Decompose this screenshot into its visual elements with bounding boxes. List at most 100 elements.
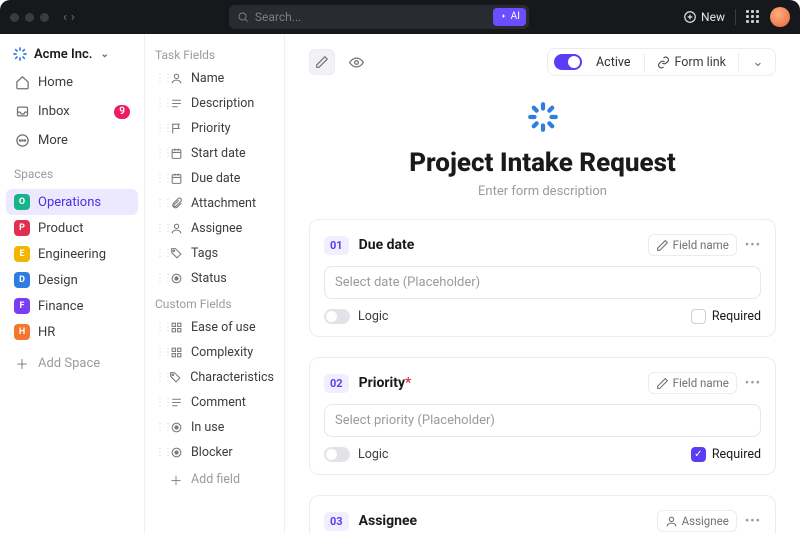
drag-handle-icon[interactable]: ⋮⋮: [155, 248, 161, 259]
field-name[interactable]: Assignee: [359, 513, 417, 529]
user-icon: [169, 222, 183, 235]
field-label: Characteristics: [190, 370, 274, 385]
nav-forward-icon[interactable]: ›: [71, 10, 75, 25]
drag-handle-icon[interactable]: ⋮⋮: [155, 123, 161, 134]
edit-mode-button[interactable]: [309, 49, 335, 75]
field-chip[interactable]: Assignee: [657, 510, 737, 532]
field-item[interactable]: ⋮⋮ Description: [145, 91, 284, 116]
field-item[interactable]: ⋮⋮Due date: [145, 166, 284, 191]
drag-handle-icon[interactable]: ⋮⋮: [155, 223, 161, 234]
required-checkbox[interactable]: [691, 309, 706, 324]
drag-handle-icon[interactable]: ⋮⋮: [155, 322, 161, 333]
field-label: Blocker: [191, 445, 233, 460]
field-item[interactable]: ⋮⋮Complexity: [145, 340, 284, 365]
form-field-card[interactable]: 03 Assignee Assignee •••: [309, 495, 776, 534]
form-link-button[interactable]: Form link: [653, 55, 730, 70]
nav-inbox[interactable]: Inbox 9: [6, 99, 138, 124]
add-space-button[interactable]: ＋ Add Space: [6, 349, 138, 378]
field-item[interactable]: ⋮⋮ Blocker: [145, 440, 284, 465]
drag-handle-icon[interactable]: ⋮⋮: [155, 447, 161, 458]
plus-circle-icon: [683, 10, 697, 24]
drag-handle-icon[interactable]: ⋮⋮: [155, 148, 161, 159]
space-item[interactable]: HHR: [6, 319, 138, 345]
drag-handle-icon[interactable]: ⋮⋮: [155, 372, 161, 383]
required-label: Required: [712, 309, 761, 324]
field-name[interactable]: Due date: [359, 237, 415, 253]
new-button[interactable]: New: [683, 10, 725, 24]
field-chip[interactable]: Field name: [648, 372, 737, 394]
field-item[interactable]: ⋮⋮ Comment: [145, 390, 284, 415]
field-more-button[interactable]: •••: [745, 514, 761, 529]
drag-handle-icon[interactable]: ⋮⋮: [155, 422, 161, 433]
field-more-button[interactable]: •••: [745, 238, 761, 253]
logic-label: Logic: [358, 447, 388, 462]
apps-grid-icon[interactable]: [746, 10, 760, 24]
status-icon: [169, 272, 183, 285]
field-name[interactable]: Priority*: [359, 375, 412, 391]
add-field-button[interactable]: ＋ Add field: [145, 465, 284, 494]
field-item[interactable]: ⋮⋮Priority: [145, 116, 284, 141]
tag-icon: [169, 247, 183, 260]
workspace-logo-icon: [12, 46, 28, 62]
workspace-switcher[interactable]: Acme Inc. ⌄: [6, 42, 138, 66]
global-search[interactable]: Search... AI: [229, 5, 529, 29]
window-titlebar: ‹ › Search... AI New: [0, 0, 800, 34]
field-input[interactable]: Select priority (Placeholder): [324, 404, 761, 437]
active-toggle[interactable]: [554, 54, 582, 70]
form-field-card[interactable]: 02 Priority* Field name ••• Select prior…: [309, 357, 776, 475]
field-item[interactable]: ⋮⋮Attachment: [145, 191, 284, 216]
space-item[interactable]: FFinance: [6, 293, 138, 319]
field-item[interactable]: ⋮⋮ Characteristics: [145, 365, 284, 390]
form-link-dropdown[interactable]: ⌄: [747, 55, 769, 70]
field-number: 02: [324, 374, 349, 393]
field-more-button[interactable]: •••: [745, 376, 761, 391]
text-icon: [169, 396, 183, 409]
required-checkbox[interactable]: [691, 447, 706, 462]
space-item[interactable]: EEngineering: [6, 241, 138, 267]
field-item[interactable]: ⋮⋮Status: [145, 266, 284, 291]
user-icon: [169, 72, 183, 85]
form-toolbar: Active Form link ⌄: [309, 48, 776, 76]
field-number: 03: [324, 512, 349, 531]
field-item[interactable]: ⋮⋮Ease of use: [145, 315, 284, 340]
required-label: Required: [712, 447, 761, 462]
drag-handle-icon[interactable]: ⋮⋮: [155, 98, 161, 109]
nav-back-icon[interactable]: ‹: [63, 10, 67, 25]
field-chip[interactable]: Field name: [648, 234, 737, 256]
field-label: Description: [191, 96, 254, 111]
search-placeholder: Search...: [255, 10, 301, 24]
nav-home[interactable]: Home: [6, 70, 138, 95]
field-label: Comment: [191, 395, 246, 410]
form-subtitle[interactable]: Enter form description: [478, 184, 607, 199]
chevron-down-icon: ⌄: [100, 49, 108, 60]
form-logo-icon[interactable]: [526, 100, 560, 134]
history-nav[interactable]: ‹ ›: [63, 10, 75, 25]
logic-toggle[interactable]: [324, 447, 350, 462]
form-field-card[interactable]: 01 Due date Field name ••• Select date (…: [309, 219, 776, 337]
space-item[interactable]: OOperations: [6, 189, 138, 215]
nav-more[interactable]: More: [6, 128, 138, 153]
drag-handle-icon[interactable]: ⋮⋮: [155, 198, 161, 209]
primary-sidebar: Acme Inc. ⌄ Home Inbox 9 More Spaces OOp…: [0, 34, 145, 534]
drag-handle-icon[interactable]: ⋮⋮: [155, 73, 161, 84]
form-title[interactable]: Project Intake Request: [409, 148, 676, 178]
field-input[interactable]: Select date (Placeholder): [324, 266, 761, 299]
drag-handle-icon[interactable]: ⋮⋮: [155, 273, 161, 284]
window-traffic-lights[interactable]: [10, 13, 49, 22]
nav-more-label: More: [38, 133, 68, 148]
field-item[interactable]: ⋮⋮Assignee: [145, 216, 284, 241]
space-item[interactable]: DDesign: [6, 267, 138, 293]
field-item[interactable]: ⋮⋮Name: [145, 66, 284, 91]
user-avatar[interactable]: [770, 7, 790, 27]
space-item[interactable]: PProduct: [6, 215, 138, 241]
field-item[interactable]: ⋮⋮Tags: [145, 241, 284, 266]
ai-badge[interactable]: AI: [493, 8, 526, 26]
logic-toggle[interactable]: [324, 309, 350, 324]
space-swatch: H: [14, 324, 30, 340]
drag-handle-icon[interactable]: ⋮⋮: [155, 347, 161, 358]
drag-handle-icon[interactable]: ⋮⋮: [155, 173, 161, 184]
drag-handle-icon[interactable]: ⋮⋮: [155, 397, 161, 408]
field-item[interactable]: ⋮⋮Start date: [145, 141, 284, 166]
field-item[interactable]: ⋮⋮In use: [145, 415, 284, 440]
preview-mode-button[interactable]: [343, 49, 369, 75]
